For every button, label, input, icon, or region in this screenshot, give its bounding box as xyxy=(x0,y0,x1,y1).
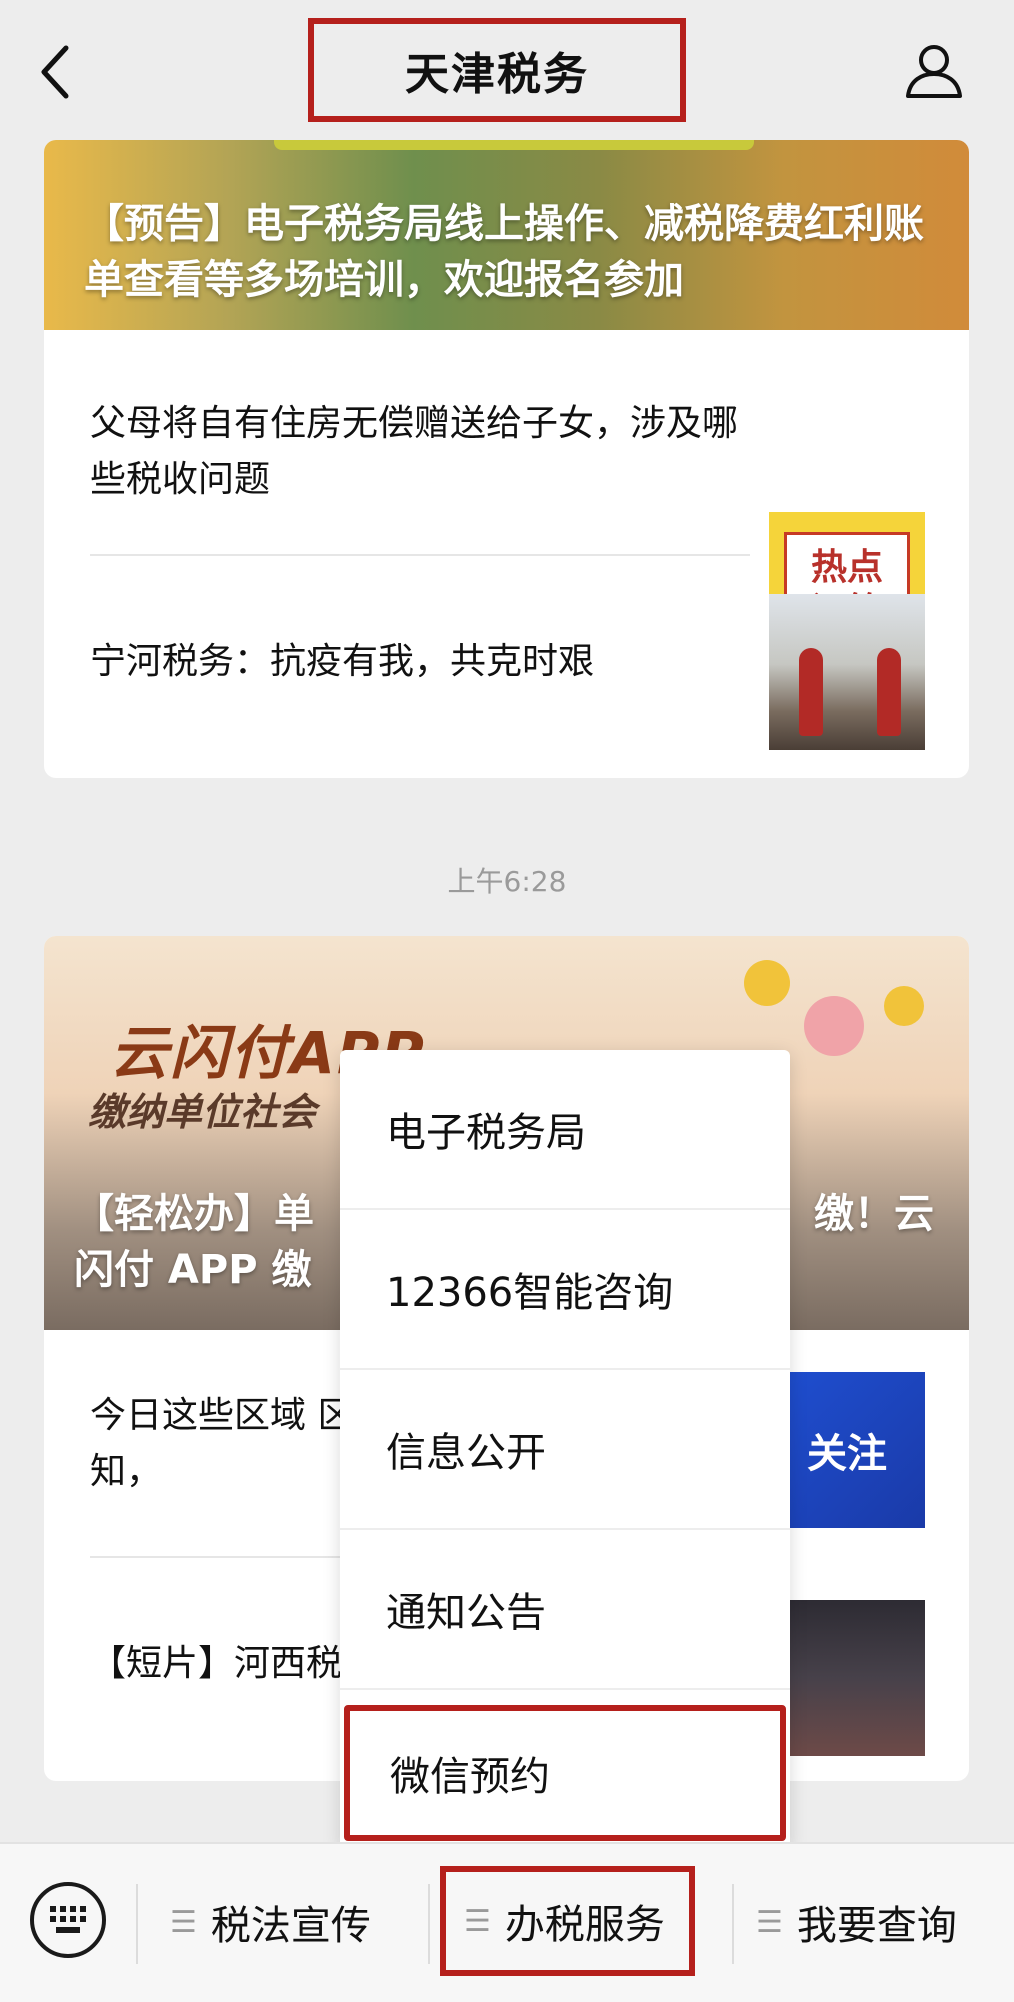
keyboard-icon[interactable] xyxy=(30,1882,106,1958)
article-card: 【预告】电子税务局线上操作、减税降费红利账单查看等多场培训，欢迎报名参加 父母将… xyxy=(44,140,969,778)
menu-lines-icon: ☰ xyxy=(464,1903,491,1939)
thumbnail xyxy=(769,1600,925,1756)
thumbnail xyxy=(769,594,925,750)
photo-figure xyxy=(799,648,823,736)
menu-item-notices[interactable]: 通知公告 xyxy=(340,1530,790,1688)
menu-label: 我要查询 xyxy=(796,1903,957,1949)
list-item[interactable]: 父母将自有住房无偿赠送给子女，涉及哪些税收问题 热点 问答 xyxy=(44,330,969,668)
item-title: 宁河税务：抗疫有我，共克时艰 xyxy=(90,641,595,682)
banner-text-left: 【轻松办】单 xyxy=(74,1191,314,1237)
thumb-label: 关注 xyxy=(807,1431,887,1477)
banner-text-line2: 闪付 APP 缴 xyxy=(74,1247,312,1293)
back-arrow-icon[interactable] xyxy=(36,42,76,102)
separator xyxy=(428,1884,430,1964)
menu-lines-icon: ☰ xyxy=(170,1904,197,1940)
list-item[interactable]: 宁河税务：抗疫有我，共克时艰 xyxy=(44,556,969,778)
separator xyxy=(136,1884,138,1964)
banner-text-right: 缴！云 xyxy=(814,1191,934,1237)
timestamp: 上午6:28 xyxy=(447,865,567,898)
menu-item-12366-consult[interactable]: 12366智能咨询 xyxy=(340,1210,790,1368)
menu-tax-law-promo[interactable]: ☰ 税法宣传 xyxy=(170,1880,371,1964)
banner-subtitle: 缴纳单位社会 xyxy=(88,1090,317,1134)
thumbnail: 关注 xyxy=(769,1372,925,1528)
divider xyxy=(340,1688,790,1690)
submenu-popup: 电子税务局 12366智能咨询 信息公开 通知公告 微信预约 xyxy=(340,1050,790,1848)
banner-title: 【预告】电子税务局线上操作、减税降费红利账单查看等多场培训，欢迎报名参加 xyxy=(84,201,924,303)
menu-item-e-tax-bureau[interactable]: 电子税务局 xyxy=(340,1050,790,1208)
menu-query[interactable]: ☰ 我要查询 xyxy=(756,1880,957,1964)
menu-item-wechat-booking[interactable]: 微信预约 xyxy=(344,1705,786,1841)
menu-item-info-disclosure[interactable]: 信息公开 xyxy=(340,1370,790,1528)
separator xyxy=(732,1884,734,1964)
account-title: 天津税务 xyxy=(308,18,686,122)
decoration xyxy=(804,996,864,1056)
menu-label: 办税服务 xyxy=(504,1902,665,1948)
decoration xyxy=(744,960,790,1006)
bottom-menu-bar: ☰ 税法宣传 ☰ 办税服务 ☰ 我要查询 xyxy=(0,1842,1014,2002)
decoration xyxy=(884,986,924,1026)
person-icon[interactable] xyxy=(902,38,966,102)
menu-tax-service[interactable]: ☰ 办税服务 xyxy=(440,1866,695,1976)
item-title: 父母将自有住房无偿赠送给子女，涉及哪些税收问题 xyxy=(90,403,739,500)
menu-label: 税法宣传 xyxy=(210,1903,371,1949)
item-title: 【短片】河西税 xyxy=(90,1643,343,1684)
menu-lines-icon: ☰ xyxy=(756,1904,783,1940)
photo-figure xyxy=(877,648,901,736)
top-bar: 天津税务 xyxy=(0,0,1014,140)
cover-banner[interactable]: 【预告】电子税务局线上操作、减税降费红利账单查看等多场培训，欢迎报名参加 xyxy=(44,140,969,330)
